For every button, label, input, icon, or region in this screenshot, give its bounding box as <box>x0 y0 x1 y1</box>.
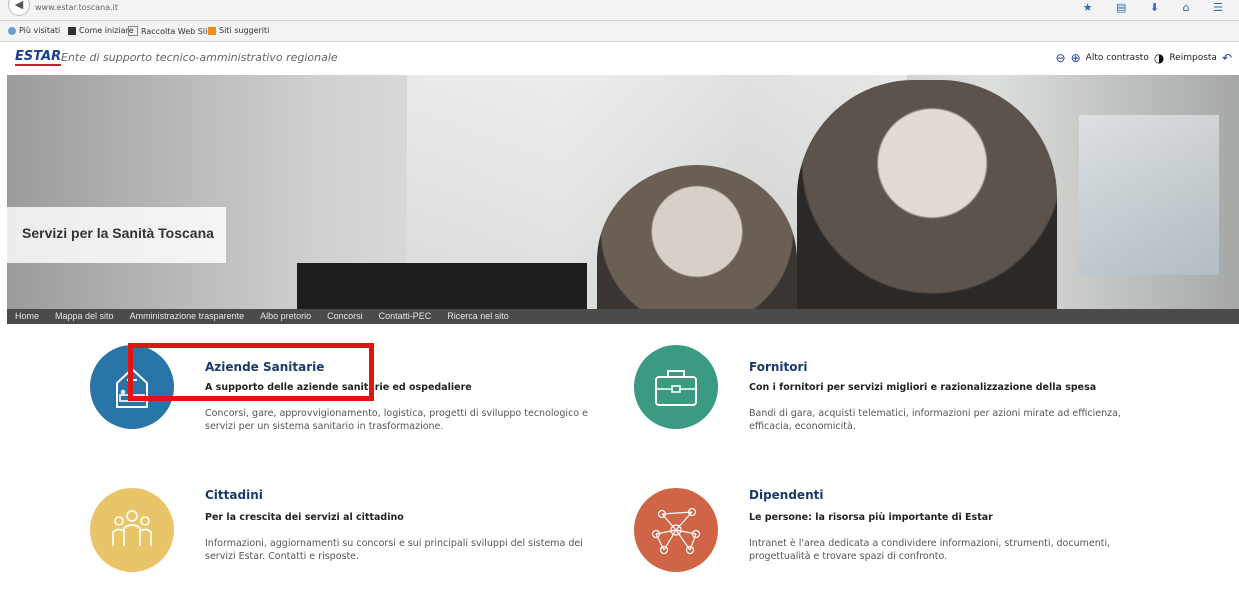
bookmark-label: Siti suggeriti <box>219 26 270 35</box>
bookmark-label: Raccolta Web Slice <box>141 26 217 36</box>
people-icon <box>112 510 152 546</box>
bookmark-icon <box>68 26 76 35</box>
nav-mappa-del-sito[interactable]: Mappa del sito <box>47 309 122 324</box>
nav-concorsi[interactable]: Concorsi <box>319 309 371 324</box>
service-subtitle: Con i fornitori per servizi migliori e r… <box>749 382 1097 393</box>
accessibility-tools: ⊖ ⊕ Alto contrasto ◑ Reimposta ↶ <box>1056 51 1232 65</box>
site-header: ESTAR Ente di supporto tecnico-amministr… <box>0 42 1239 74</box>
network-icon <box>651 507 701 555</box>
back-arrow-icon[interactable]: ◀ <box>8 0 30 16</box>
contrast-icon[interactable]: ◑ <box>1154 51 1164 65</box>
hero-monitor <box>297 263 587 309</box>
service-title[interactable]: Cittadini <box>205 488 263 502</box>
hero-caption: Servizi per la Sanità Toscana <box>22 225 214 241</box>
nav-amministrazione-trasparente[interactable]: Amministrazione trasparente <box>122 309 253 324</box>
service-circle[interactable] <box>634 488 718 572</box>
browser-url-bar: ◀ www.estar.toscana.it ★ ▤ ⬇ ⌂ ☰ <box>0 0 1239 21</box>
bookmark-icon <box>8 26 16 35</box>
reset-icon[interactable]: ↶ <box>1222 51 1232 65</box>
service-subtitle: Per la crescita dei servizi al cittadino <box>205 512 404 523</box>
hero-caption-box: Servizi per la Sanità Toscana <box>7 207 226 263</box>
nav-ricerca-nel-sito[interactable]: Ricerca nel sito <box>439 309 517 324</box>
web-slice-icon <box>128 26 138 36</box>
bookmark-label: Più visitati <box>19 26 61 35</box>
bookmark-raccolta-web-slice[interactable]: Raccolta Web Slice <box>128 26 217 36</box>
zoom-out-icon[interactable]: ⊖ <box>1056 51 1066 65</box>
service-description: Intranet è l'area dedicata a condividere… <box>749 538 1111 562</box>
service-title[interactable]: Dipendenti <box>749 488 823 502</box>
high-contrast-label[interactable]: Alto contrasto <box>1086 53 1149 63</box>
service-subtitle: Le persone: la risorsa più importante di… <box>749 512 993 523</box>
annotation-highlight-box <box>128 343 374 401</box>
service-description: Concorsi, gare, approvvigionamento, logi… <box>205 408 588 432</box>
nav-contatti-pec[interactable]: Contatti-PEC <box>371 309 440 324</box>
hero-banner: Servizi per la Sanità Toscana <box>7 75 1239 309</box>
bookmarks-bar: Più visitati Come iniziare Raccolta Web … <box>0 21 1239 42</box>
site-tagline: Ente di supporto tecnico-amministrativo … <box>61 51 338 64</box>
url-field[interactable]: www.estar.toscana.it <box>35 3 118 12</box>
service-circle[interactable] <box>634 345 718 429</box>
bookmark-siti-suggeriti[interactable]: Siti suggeriti <box>208 26 269 35</box>
main-nav: Home Mappa del sito Amministrazione tras… <box>7 309 1239 324</box>
hero-person <box>797 80 1057 309</box>
service-circle[interactable] <box>90 488 174 572</box>
bookmark-label: Come iniziare <box>79 26 134 35</box>
service-description: Informazioni, aggiornamenti su concorsi … <box>205 538 583 562</box>
nav-albo-pretorio[interactable]: Albo pretorio <box>252 309 319 324</box>
bookmark-piu-visitati[interactable]: Più visitati <box>8 26 60 35</box>
estar-logo[interactable]: ESTAR <box>15 50 62 66</box>
service-description: Bandi di gara, acquisti telematici, info… <box>749 408 1121 432</box>
hero-window <box>1079 115 1219 275</box>
bookmark-come-iniziare[interactable]: Come iniziare <box>68 26 134 35</box>
service-title[interactable]: Fornitori <box>749 360 808 374</box>
nav-home[interactable]: Home <box>7 309 47 324</box>
reset-label[interactable]: Reimposta <box>1169 53 1217 63</box>
zoom-in-icon[interactable]: ⊕ <box>1071 51 1081 65</box>
briefcase-icon <box>655 370 697 406</box>
browser-toolbar-icons[interactable]: ★ ▤ ⬇ ⌂ ☰ <box>1083 1 1233 14</box>
suggested-sites-icon <box>208 26 216 35</box>
